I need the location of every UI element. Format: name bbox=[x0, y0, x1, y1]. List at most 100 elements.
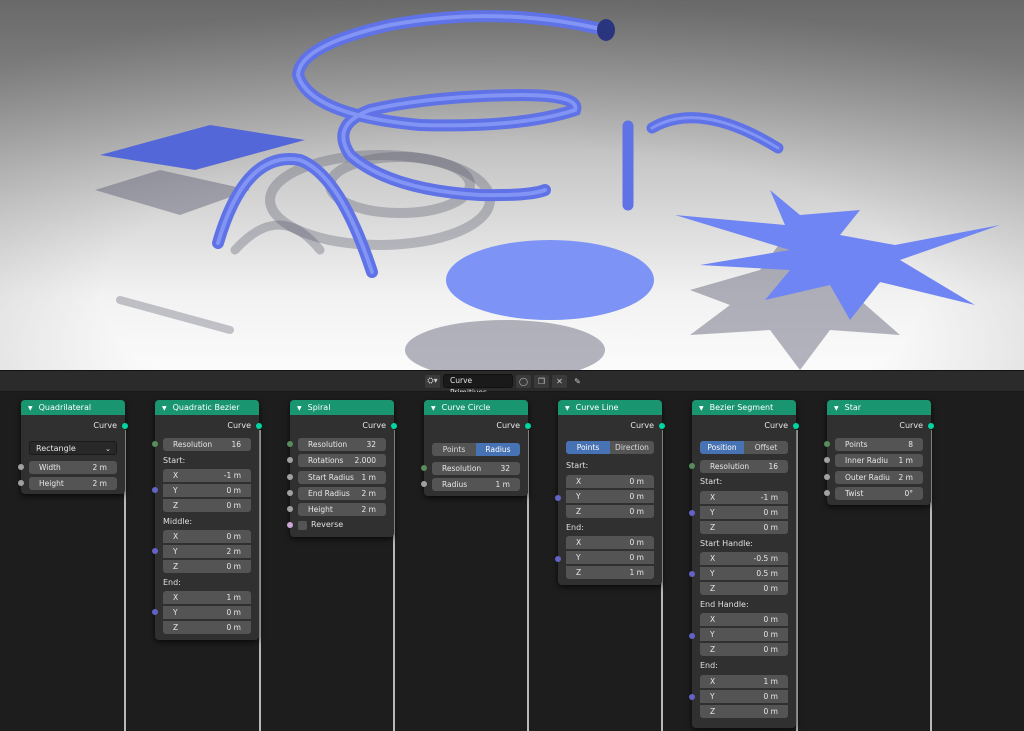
integer-input-socket[interactable] bbox=[689, 463, 695, 469]
start-y-field[interactable]: Y 0 m bbox=[700, 506, 788, 519]
vector-input-socket[interactable] bbox=[689, 571, 695, 577]
node-bezier-segment[interactable]: ▼ Bezier Segment Curve Position Offset Re… bbox=[689, 400, 799, 728]
resolution-field[interactable]: Resolution 32 bbox=[432, 462, 520, 475]
mode-radius-button[interactable]: Radius bbox=[476, 443, 520, 456]
end-x-field[interactable]: X 0 m bbox=[566, 536, 654, 549]
geometry-output-socket[interactable] bbox=[659, 423, 665, 429]
vector-input-socket[interactable] bbox=[689, 694, 695, 700]
node-editor-canvas[interactable]: ▼ Quadrilateral Curve Rectangle ⌄ Width 2 m… bbox=[0, 392, 1024, 731]
mode-toggle[interactable]: Points Direction bbox=[566, 441, 654, 454]
integer-input-socket[interactable] bbox=[287, 441, 293, 447]
fake-user-icon[interactable]: ◯ bbox=[516, 374, 531, 388]
float-input-socket[interactable] bbox=[18, 480, 24, 486]
vector-input-socket[interactable] bbox=[555, 556, 561, 562]
height-field[interactable]: Height 2 m bbox=[298, 503, 386, 516]
float-input-socket[interactable] bbox=[287, 457, 293, 463]
mode-dropdown[interactable]: Rectangle ⌄ bbox=[29, 441, 117, 455]
collapse-icon[interactable]: ▼ bbox=[162, 401, 167, 416]
height-field[interactable]: Height 2 m bbox=[29, 477, 117, 490]
start-x-field[interactable]: X 0 m bbox=[566, 475, 654, 488]
3d-viewport[interactable] bbox=[0, 0, 1024, 370]
radius-field[interactable]: Radius 1 m bbox=[432, 478, 520, 491]
middle-x-field[interactable]: X 0 m bbox=[163, 530, 251, 543]
end-z-field[interactable]: Z 0 m bbox=[163, 621, 251, 634]
end-y-field[interactable]: Y 0 m bbox=[566, 551, 654, 564]
float-input-socket[interactable] bbox=[824, 457, 830, 463]
resolution-field[interactable]: Resolution 16 bbox=[163, 438, 251, 451]
pin-icon[interactable]: ✎ bbox=[570, 375, 585, 388]
width-field[interactable]: Width 2 m bbox=[29, 461, 117, 474]
node-star[interactable]: ▼ Star Curve Points 8 Inner Radiu 1 m Outer… bbox=[824, 400, 934, 505]
end-y-field[interactable]: Y 0 m bbox=[700, 690, 788, 703]
node-quadrilateral[interactable]: ▼ Quadrilateral Curve Rectangle ⌄ Width 2 m… bbox=[18, 400, 128, 494]
node-spiral[interactable]: ▼ Spiral Curve Resolution 32 Rotations 2.00… bbox=[287, 400, 397, 537]
geometry-output-socket[interactable] bbox=[391, 423, 397, 429]
mode-toggle[interactable]: Position Offset bbox=[700, 441, 788, 454]
vector-input-socket[interactable] bbox=[152, 609, 158, 615]
node-curve-circle[interactable]: ▼ Curve Circle Curve Points Radius Resolu… bbox=[421, 400, 531, 496]
end-handle-y-field[interactable]: Y 0 m bbox=[700, 628, 788, 641]
middle-y-field[interactable]: Y 2 m bbox=[163, 545, 251, 558]
points-field[interactable]: Points 8 bbox=[835, 438, 923, 451]
start-handle-z-field[interactable]: Z 0 m bbox=[700, 582, 788, 595]
twist-field[interactable]: Twist 0° bbox=[835, 487, 923, 500]
start-y-field[interactable]: Y 0 m bbox=[566, 490, 654, 503]
mode-position-button[interactable]: Position bbox=[700, 441, 744, 454]
end-handle-z-field[interactable]: Z 0 m bbox=[700, 643, 788, 656]
mode-points-button[interactable]: Points bbox=[566, 441, 610, 454]
end-radius-field[interactable]: End Radius 2 m bbox=[298, 487, 386, 500]
node-quadratic-bezier[interactable]: ▼ Quadratic Bezier Curve Resolution 16 Sta… bbox=[152, 400, 262, 640]
mode-points-button[interactable]: Points bbox=[432, 443, 476, 456]
end-y-field[interactable]: Y 0 m bbox=[163, 606, 251, 619]
vector-input-socket[interactable] bbox=[152, 487, 158, 493]
geometry-output-socket[interactable] bbox=[256, 423, 262, 429]
float-input-socket[interactable] bbox=[287, 474, 293, 480]
geometry-output-socket[interactable] bbox=[122, 423, 128, 429]
vector-input-socket[interactable] bbox=[689, 633, 695, 639]
float-input-socket[interactable] bbox=[824, 474, 830, 480]
end-handle-x-field[interactable]: X 0 m bbox=[700, 613, 788, 626]
collapse-icon[interactable]: ▼ bbox=[834, 401, 839, 416]
node-tree-name-field[interactable]: Curve Primitives bbox=[443, 374, 513, 397]
start-handle-y-field[interactable]: Y 0.5 m bbox=[700, 567, 788, 580]
float-input-socket[interactable] bbox=[287, 506, 293, 512]
close-icon[interactable]: ✕ bbox=[552, 374, 567, 388]
integer-input-socket[interactable] bbox=[152, 441, 158, 447]
collapse-icon[interactable]: ▼ bbox=[297, 401, 302, 416]
node-curve-line[interactable]: ▼ Curve Line Curve Points Direction Start… bbox=[555, 400, 665, 585]
rotations-field[interactable]: Rotations 2.000 bbox=[298, 454, 386, 467]
start-z-field[interactable]: Z 0 m bbox=[163, 499, 251, 512]
vector-input-socket[interactable] bbox=[555, 495, 561, 501]
boolean-input-socket[interactable] bbox=[287, 522, 293, 528]
collapse-icon[interactable]: ▼ bbox=[28, 401, 33, 416]
resolution-field[interactable]: Resolution 16 bbox=[700, 460, 788, 473]
geometry-output-socket[interactable] bbox=[793, 423, 799, 429]
mode-direction-button[interactable]: Direction bbox=[610, 441, 654, 454]
collapse-icon[interactable]: ▼ bbox=[565, 401, 570, 416]
duplicate-icon[interactable]: ❐ bbox=[534, 374, 549, 388]
mode-offset-button[interactable]: Offset bbox=[744, 441, 788, 454]
start-y-field[interactable]: Y 0 m bbox=[163, 484, 251, 497]
vector-input-socket[interactable] bbox=[152, 548, 158, 554]
outer-radius-field[interactable]: Outer Radiu 2 m bbox=[835, 471, 923, 484]
integer-input-socket[interactable] bbox=[421, 465, 427, 471]
start-x-field[interactable]: X -1 m bbox=[700, 491, 788, 504]
float-input-socket[interactable] bbox=[421, 481, 427, 487]
resolution-field[interactable]: Resolution 32 bbox=[298, 438, 386, 451]
end-x-field[interactable]: X 1 m bbox=[700, 675, 788, 688]
start-handle-x-field[interactable]: X -0.5 m bbox=[700, 552, 788, 565]
mode-toggle[interactable]: Points Radius bbox=[432, 443, 520, 456]
start-x-field[interactable]: X -1 m bbox=[163, 469, 251, 482]
reverse-checkbox[interactable] bbox=[298, 521, 307, 530]
collapse-icon[interactable]: ▼ bbox=[699, 401, 704, 416]
geometry-output-socket[interactable] bbox=[928, 423, 934, 429]
float-input-socket[interactable] bbox=[287, 490, 293, 496]
float-input-socket[interactable] bbox=[18, 464, 24, 470]
geometry-output-socket[interactable] bbox=[525, 423, 531, 429]
middle-z-field[interactable]: Z 0 m bbox=[163, 560, 251, 573]
float-input-socket[interactable] bbox=[824, 490, 830, 496]
integer-input-socket[interactable] bbox=[824, 441, 830, 447]
start-z-field[interactable]: Z 0 m bbox=[566, 505, 654, 518]
end-z-field[interactable]: Z 0 m bbox=[700, 705, 788, 718]
inner-radius-field[interactable]: Inner Radiu 1 m bbox=[835, 454, 923, 467]
